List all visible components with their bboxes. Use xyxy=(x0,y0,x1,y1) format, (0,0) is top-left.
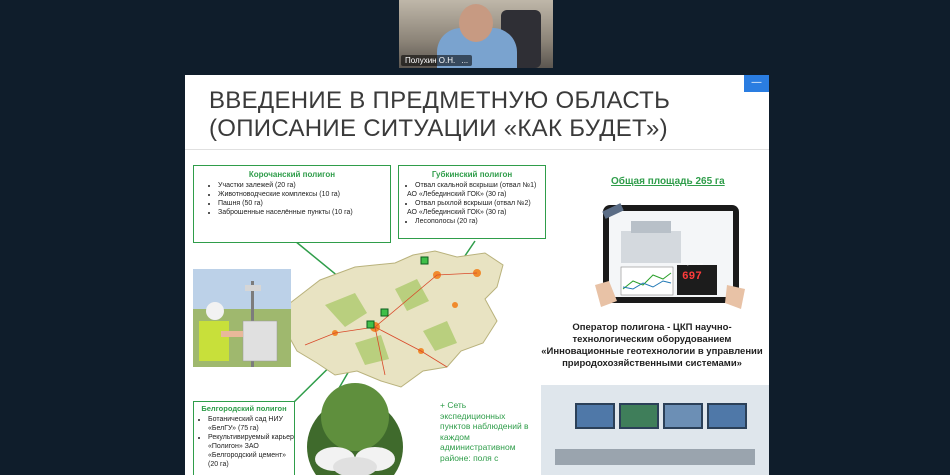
gubkinsky-item: Отвал рыхлой вскрыши (отвал №2) xyxy=(415,199,545,208)
korochansky-polygon-box: Корочанский полигон Участки залежей (20 … xyxy=(193,165,391,243)
korochansky-title: Корочанский полигон xyxy=(248,170,336,179)
participant-menu-icon[interactable]: ... xyxy=(461,56,468,65)
field-worker-photo xyxy=(193,269,291,367)
korochansky-item: Животноводческие комплексы (10 га) xyxy=(218,190,390,199)
participant-name-tag: Полухин О.Н. ... xyxy=(401,55,473,66)
korochansky-item: Пашня (50 га) xyxy=(218,199,390,208)
network-note: + Сеть экспедиционных пунктов наблюдений… xyxy=(440,400,529,463)
gubkinsky-polygon-box: Губкинский полигон Отвал скальной вскрыш… xyxy=(398,165,546,239)
gubkinsky-line: АО «Лебединский ГОК» (30 га) xyxy=(407,209,507,216)
presentation-slide: — ВВЕДЕНИЕ В ПРЕДМЕТНУЮ ОБЛАСТЬ (ОПИСАНИ… xyxy=(185,75,769,475)
operator-description: Оператор полигона - ЦКП научно-технологи… xyxy=(541,322,763,369)
gubkinsky-list: Отвал скальной вскрыши (отвал №1) xyxy=(399,181,545,190)
belgorodsky-item: Рекультивируемый карьер «Полигон» ЗАО «Б… xyxy=(208,433,294,469)
tablet-title: CO₂ Monitor xyxy=(681,261,704,266)
korochansky-item: Заброшенные населённые пункты (10 га) xyxy=(218,208,390,217)
region-shape xyxy=(284,250,504,388)
participant-video-tile[interactable]: Полухин О.Н. ... xyxy=(399,0,553,68)
gubkinsky-item: Отвал скальной вскрыши (отвал №1) xyxy=(415,181,545,190)
gubkinsky-title: Губкинский полигон xyxy=(431,170,513,179)
korochansky-list: Участки залежей (20 га) Животноводческие… xyxy=(194,181,390,217)
belgorodsky-item: Ботанический сад НИУ «БелГУ» (75 га) xyxy=(208,415,294,433)
control-room-photo xyxy=(541,385,769,475)
korochansky-item: Участки залежей (20 га) xyxy=(218,181,390,190)
total-area-label: Общая площадь 265 га xyxy=(611,176,725,187)
tablet-readout: 697 xyxy=(682,271,702,283)
gubkinsky-line: АО «Лебединский ГОК» (30 га) xyxy=(407,191,507,198)
gubkinsky-item: Лесополосы (20 га) xyxy=(415,217,545,226)
tablet-illustration xyxy=(595,203,745,309)
belgorodsky-polygon-box: Белгородский полигон Ботанический сад НИ… xyxy=(193,401,295,475)
forest-photo xyxy=(307,383,403,475)
participant-head xyxy=(459,4,493,42)
gubkinsky-list-2: Отвал рыхлой вскрыши (отвал №2) xyxy=(399,199,545,208)
belgorodsky-title: Белгородский полигон xyxy=(201,404,287,413)
belgorodsky-list: Ботанический сад НИУ «БелГУ» (75 га) Рек… xyxy=(194,415,294,469)
gubkinsky-list-3: Лесополосы (20 га) xyxy=(399,217,545,226)
participant-name: Полухин О.Н. xyxy=(405,56,456,65)
